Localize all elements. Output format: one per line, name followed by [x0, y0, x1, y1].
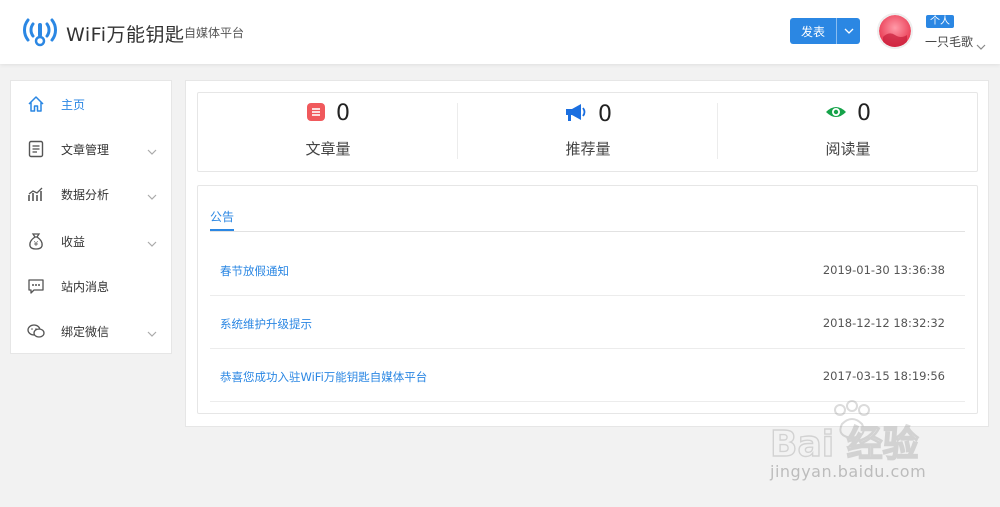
sidebar-item-earnings[interactable]: ¥ 收益: [11, 221, 171, 261]
sidebar-item-label: 主页: [61, 97, 86, 112]
chevron-down-icon: [147, 140, 157, 159]
sidebar-item-label: 数据分析: [61, 187, 110, 202]
sidebar-item-label: 收益: [61, 234, 86, 249]
megaphone-icon: [564, 101, 588, 127]
sidebar-item-messages[interactable]: 站内消息: [11, 266, 171, 306]
list-item: 春节放假通知 2019-01-30 13:36:38: [210, 243, 965, 296]
publish-label[interactable]: 发表: [790, 23, 836, 40]
svg-text:¥: ¥: [34, 240, 39, 248]
announcement-title[interactable]: 恭喜您成功入驻WiFi万能钥匙自媒体平台: [220, 369, 427, 385]
article-icon: [306, 102, 326, 126]
stats-panel: 0 文章量 0 推荐量 0 阅读量: [197, 92, 978, 172]
chevron-down-icon: [147, 232, 157, 251]
username[interactable]: 一只毛歌: [925, 33, 973, 50]
publish-button[interactable]: 发表: [790, 18, 860, 44]
sidebar: 主页 文章管理 数据分析 ¥ 收益 站内消息 绑定微信: [10, 80, 172, 354]
stat-label: 推荐量: [565, 140, 611, 158]
sidebar-item-label: 文章管理: [61, 142, 110, 157]
brand-subtitle: 自媒体平台: [184, 26, 245, 40]
user-menu-chevron-icon[interactable]: [976, 35, 986, 54]
main-content: 0 文章量 0 推荐量 0 阅读量 公告 春节放假通知 2019-01-30 1…: [185, 80, 989, 427]
wechat-icon: [27, 322, 45, 340]
sidebar-item-home[interactable]: 主页: [11, 84, 171, 124]
tab-divider: [210, 231, 965, 232]
sidebar-item-analytics[interactable]: 数据分析: [11, 174, 171, 214]
account-type-badge: 个人: [926, 15, 954, 28]
home-icon: [27, 95, 45, 113]
stat-value: 0: [336, 101, 350, 126]
list-item: 系统维护升级提示 2018-12-12 18:32:32: [210, 296, 965, 349]
chevron-down-icon[interactable]: [837, 28, 860, 34]
chevron-down-icon: [147, 185, 157, 204]
sidebar-item-articles[interactable]: 文章管理: [11, 129, 171, 169]
stat-value: 0: [598, 101, 612, 127]
brand-name: WiFi万能钥匙: [66, 24, 185, 46]
stat-label: 文章量: [305, 140, 351, 158]
baidu-watermark-logo: Bai 经验: [769, 400, 990, 500]
sidebar-item-label: 绑定微信: [61, 324, 110, 339]
chart-icon: [27, 185, 45, 203]
announcement-date: 2019-01-30 13:36:38: [822, 263, 945, 277]
announcement-title[interactable]: 系统维护升级提示: [220, 316, 312, 332]
announcement-date: 2018-12-12 18:32:32: [822, 316, 945, 330]
chevron-down-icon: [147, 322, 157, 341]
eye-icon: [825, 104, 847, 124]
list-item: 恭喜您成功入驻WiFi万能钥匙自媒体平台 2017-03-15 18:19:56: [210, 349, 965, 402]
watermark-text: Bai 经验: [770, 424, 919, 462]
announcement-panel: 公告 春节放假通知 2019-01-30 13:36:38 系统维护升级提示 2…: [197, 185, 978, 414]
stat-label: 阅读量: [825, 140, 871, 158]
avatar[interactable]: [877, 13, 913, 49]
watermark-url: jingyan.baidu.com: [770, 462, 927, 481]
wifi-logo-icon[interactable]: [22, 14, 58, 48]
top-header: WiFi万能钥匙 自媒体平台 发表 个人 一只毛歌: [0, 0, 1000, 64]
stat-reads: 0 阅读量: [718, 93, 978, 173]
stat-value: 0: [857, 101, 871, 126]
sidebar-item-wechat[interactable]: 绑定微信: [11, 311, 171, 351]
stat-recommendations: 0 推荐量: [458, 93, 718, 173]
tab-announcements[interactable]: 公告: [210, 208, 234, 225]
money-bag-icon: ¥: [27, 232, 45, 250]
announcement-title[interactable]: 春节放假通知: [220, 263, 289, 279]
stat-articles: 0 文章量: [198, 93, 458, 173]
document-icon: [27, 140, 45, 158]
sidebar-item-label: 站内消息: [61, 279, 110, 294]
announcement-date: 2017-03-15 18:19:56: [822, 369, 945, 383]
message-icon: [27, 277, 45, 295]
